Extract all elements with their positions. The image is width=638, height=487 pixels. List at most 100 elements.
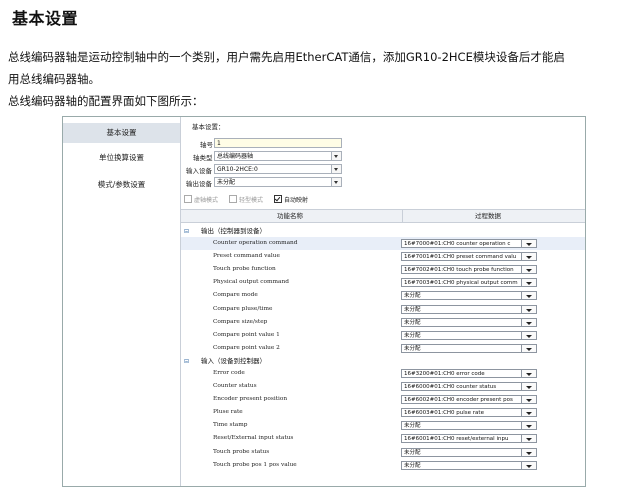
axis-no-label: 轴号 (200, 141, 213, 149)
dropdown-arrow-icon[interactable] (521, 265, 537, 275)
table-row[interactable]: Error code 16#3200#01:CH0 error code (181, 367, 585, 380)
table-row[interactable]: Touch probe function 16#7002#01:CH0 touch… (181, 263, 585, 276)
row-process-data-select[interactable]: 16#7003#01:CH0 physical output comm (401, 278, 537, 288)
dropdown-arrow-icon[interactable] (521, 317, 537, 327)
row-function-name: Compare size/step (213, 318, 268, 325)
table-row[interactable]: Encoder present position 16#6002#01:CH0 e… (181, 393, 585, 406)
axis-no-input[interactable]: 1 (214, 138, 342, 148)
row-function-name: Counter operation command (213, 240, 298, 246)
row-process-data-select[interactable]: 16#7000#01:CH0 counter operation c (401, 239, 537, 248)
dropdown-arrow-icon[interactable] (521, 291, 537, 301)
dropdown-arrow-icon[interactable] (521, 434, 537, 444)
row-process-data-select[interactable]: 未分配 (401, 460, 537, 470)
checkbox-icon (229, 195, 237, 203)
settings-sidebar: 基本设置 单位换算设置 模式/参数设置 (63, 117, 181, 486)
row-function-name: Compare pluse/time (213, 305, 273, 312)
table-group-header[interactable]: ⊟ 输出（控制器到设备） (181, 225, 585, 237)
collapse-icon[interactable]: ⊟ (184, 228, 189, 235)
row-process-data-select[interactable]: 未分配 (401, 317, 537, 327)
table-row[interactable]: Reset/External input status 16#6001#01:CH… (181, 432, 585, 445)
row-function-name: Time stamp (213, 422, 248, 429)
col-process-header: 过程数据 (475, 212, 501, 220)
row-process-data-select[interactable]: 16#6000#01:CH0 counter status (401, 382, 537, 391)
chevron-down-icon[interactable] (331, 165, 341, 173)
row-function-name: Encoder present position (213, 396, 288, 403)
row-function-name: Physical output command (213, 279, 289, 286)
dropdown-arrow-icon[interactable] (521, 330, 537, 340)
row-process-data-select[interactable]: 未分配 (401, 330, 537, 340)
chevron-down-icon[interactable] (331, 152, 341, 160)
table-row[interactable]: Time stamp 未分配 (181, 419, 585, 432)
row-process-data-select[interactable]: 16#7002#01:CH0 touch probe function (401, 265, 537, 275)
checkbox-icon (184, 195, 192, 203)
mapping-table-header: 功能名称 过程数据 (181, 209, 585, 223)
group-label: 输入（设备到控制器） (201, 356, 266, 365)
row-process-data-select[interactable]: 未分配 (401, 421, 537, 431)
row-process-data-select[interactable]: 16#6003#01:CH0 pulse rate (401, 408, 537, 418)
page-heading: 基本设置 (12, 9, 79, 28)
table-row[interactable]: Touch probe status 未分配 (181, 446, 585, 459)
output-device-label: 输出设备 (186, 180, 212, 188)
dropdown-arrow-icon[interactable] (521, 447, 537, 457)
row-process-data-select[interactable]: 未分配 (401, 447, 537, 457)
row-function-name: Compare mode (213, 292, 258, 299)
row-function-name: Touch probe pos 1 pos value (213, 461, 297, 468)
column-divider (402, 210, 403, 222)
dropdown-arrow-icon[interactable] (521, 252, 537, 262)
chevron-down-icon[interactable] (331, 178, 341, 186)
sidebar-item-basic-settings[interactable]: 基本设置 (63, 123, 180, 143)
row-process-data-select[interactable]: 未分配 (401, 291, 537, 301)
simple-mode-label: 轻型模式 (239, 197, 264, 204)
axis-type-label: 轴类型 (193, 154, 213, 162)
row-function-name: Error code (213, 369, 245, 376)
row-function-name: Compare point value 1 (213, 331, 280, 338)
row-process-data-select[interactable]: 未分配 (401, 343, 537, 353)
virtual-axis-label: 虚轴模式 (194, 197, 219, 204)
input-device-label: 输入设备 (186, 167, 212, 175)
row-process-data-select[interactable]: 16#6001#01:CH0 reset/external inpu (401, 434, 537, 444)
simple-mode-checkbox[interactable]: 轻型模式 (229, 195, 263, 204)
dropdown-arrow-icon[interactable] (521, 460, 537, 470)
row-process-data-select[interactable]: 16#7001#01:CH0 preset command valu (401, 252, 537, 262)
output-device-select[interactable]: 未分配 (214, 177, 342, 187)
virtual-axis-checkbox[interactable]: 虚轴模式 (184, 195, 218, 204)
input-device-select[interactable]: GR10-2HCE:0 (214, 164, 342, 174)
row-function-name: Pluse rate (213, 409, 243, 416)
dropdown-arrow-icon[interactable] (521, 343, 537, 353)
row-process-data-select[interactable]: 16#3200#01:CH0 error code (401, 368, 537, 378)
row-process-data-select[interactable]: 未分配 (401, 304, 537, 314)
dropdown-arrow-icon[interactable] (521, 395, 537, 405)
output-device-value: 未分配 (217, 179, 236, 186)
table-row[interactable]: Compare mode 未分配 (181, 289, 585, 302)
sidebar-item-mode-params[interactable]: 模式/参数设置 (63, 178, 180, 192)
table-row[interactable]: Compare point value 1 未分配 (181, 329, 585, 342)
table-group-header[interactable]: ⊟ 输入（设备到控制器） (181, 355, 585, 367)
dropdown-arrow-icon[interactable] (521, 304, 537, 314)
dropdown-arrow-icon[interactable] (521, 421, 537, 431)
intro-paragraph-line-1: 总线编码器轴是运动控制轴中的一个类别，用户需先启用EtherCAT通信，添加GR… (8, 50, 565, 64)
dropdown-arrow-icon[interactable] (521, 239, 537, 248)
intro-paragraph-line-2: 用总线编码器轴。 (8, 72, 100, 86)
axis-type-value: 总线编码器轴 (217, 153, 254, 160)
dropdown-arrow-icon[interactable] (521, 368, 537, 378)
table-row[interactable]: Compare size/step 未分配 (181, 316, 585, 329)
table-row[interactable]: Counter status 16#6000#01:CH0 counter sta… (181, 380, 585, 393)
row-function-name: Touch probe status (213, 448, 270, 455)
table-row[interactable]: Counter operation command 16#7000#01:CH0 … (181, 237, 585, 250)
dropdown-arrow-icon[interactable] (521, 382, 537, 391)
table-row[interactable]: Compare point value 2 未分配 (181, 342, 585, 355)
auto-map-checkbox[interactable]: 自动映射 (274, 195, 308, 204)
table-row[interactable]: Compare pluse/time 未分配 (181, 303, 585, 316)
table-row[interactable]: Physical output command 16#7003#01:CH0 ph… (181, 276, 585, 289)
dropdown-arrow-icon[interactable] (521, 408, 537, 418)
sidebar-item-unit-conversion[interactable]: 单位换算设置 (63, 151, 180, 165)
dropdown-arrow-icon[interactable] (521, 278, 537, 288)
collapse-icon[interactable]: ⊟ (184, 358, 189, 365)
axis-type-select[interactable]: 总线编码器轴 (214, 151, 342, 161)
table-row[interactable]: Preset command value 16#7001#01:CH0 prese… (181, 250, 585, 263)
table-row[interactable]: Pluse rate 16#6003#01:CH0 pulse rate (181, 406, 585, 419)
auto-map-label: 自动映射 (284, 197, 309, 204)
table-row[interactable]: Touch probe pos 1 pos value 未分配 (181, 459, 585, 472)
row-function-name: Touch probe function (213, 266, 276, 273)
row-process-data-select[interactable]: 16#6002#01:CH0 encoder present pos (401, 395, 537, 405)
